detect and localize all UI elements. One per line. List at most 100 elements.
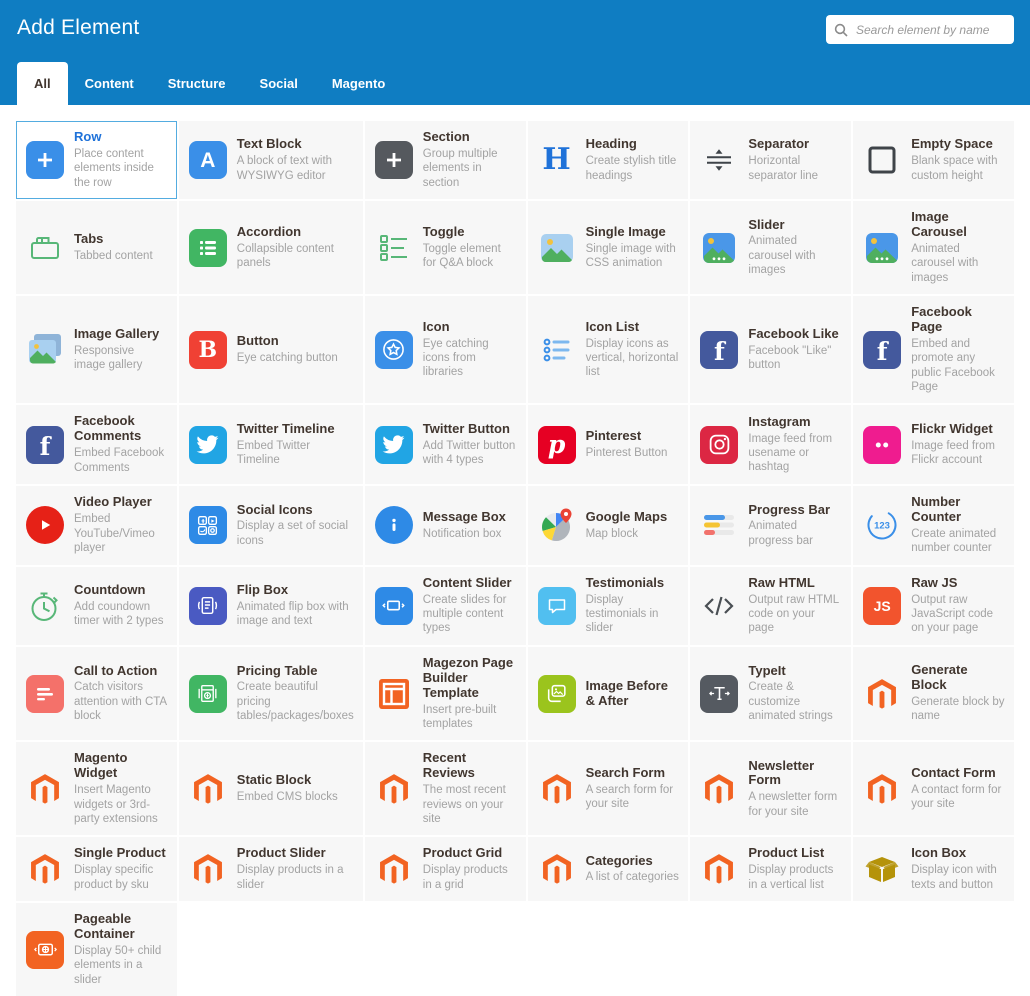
element-title: Social Icons [237, 503, 354, 518]
element-title: Toggle [423, 225, 517, 240]
element-desc: Display specific product by sku [74, 863, 168, 892]
letter-serif-icon: B [188, 330, 228, 370]
pageable-icon [25, 930, 65, 970]
magento-icon [537, 769, 577, 809]
element-card-flip-box[interactable]: Flip BoxAnimated flip box with image and… [179, 567, 363, 645]
pinterest-icon: p [537, 425, 577, 465]
element-title: Pricing Table [237, 664, 354, 679]
element-card-countdown[interactable]: CountdownAdd coundown timer with 2 types [16, 567, 177, 645]
element-card-categories[interactable]: CategoriesA list of categories [528, 837, 689, 901]
element-card-search-form[interactable]: Search FormA search form for your site [528, 742, 689, 835]
element-card-recent-reviews[interactable]: Recent ReviewsThe most recent reviews on… [365, 742, 526, 835]
single-image-icon [537, 228, 577, 268]
element-desc: Catch visitors attention with CTA block [74, 680, 168, 723]
element-desc: Display products in a slider [237, 863, 354, 892]
icon-list-icon [537, 330, 577, 370]
tab-structure[interactable]: Structure [151, 62, 243, 105]
element-desc: Insert pre-built templates [423, 703, 517, 732]
info-icon [374, 505, 414, 545]
element-title: Google Maps [586, 510, 668, 525]
element-card-pricing-table[interactable]: Pricing TableCreate beautiful pricing ta… [179, 647, 363, 741]
element-card-product-grid[interactable]: Product GridDisplay products in a grid [365, 837, 526, 901]
element-card-icon-box[interactable]: Icon BoxDisplay icon with texts and butt… [853, 837, 1014, 901]
element-desc: Output raw JavaScript code on your page [911, 593, 1005, 636]
element-card-icon-list[interactable]: Icon ListDisplay icons as vertical, hori… [528, 296, 689, 403]
counter-icon: 123 [862, 505, 902, 545]
element-desc: A block of text with WYSIWYG editor [237, 154, 354, 183]
element-card-google-maps[interactable]: Google Maps Map block [528, 486, 689, 565]
tab-magento[interactable]: Magento [315, 62, 402, 105]
magento-icon [862, 769, 902, 809]
element-card-facebook-comments[interactable]: fFacebook CommentsEmbed Facebook Comment… [16, 405, 177, 484]
tab-all[interactable]: All [17, 62, 68, 105]
element-card-progress-bar[interactable]: Progress BarAnimated progress bar [690, 486, 851, 565]
element-title: Text Block [237, 137, 354, 152]
element-title: Icon List [586, 320, 680, 335]
element-card-section[interactable]: SectionGroup multiple elements in sectio… [365, 121, 526, 199]
element-desc: A contact form for your site [911, 783, 1005, 812]
element-card-newsletter-form[interactable]: Newsletter FormA newsletter form for you… [690, 742, 851, 835]
element-card-image-gallery[interactable]: Image GalleryResponsive image gallery [16, 296, 177, 403]
element-title: Generate Block [911, 663, 1005, 693]
element-title: Facebook Like [748, 327, 842, 342]
element-card-slider[interactable]: SliderAnimated carousel with images [690, 201, 851, 294]
element-card-message-box[interactable]: Message BoxNotification box [365, 486, 526, 565]
element-card-pinterest[interactable]: pPinterestPinterest Button [528, 405, 689, 484]
element-card-heading[interactable]: HHeadingCreate stylish title headings [528, 121, 689, 199]
element-card-typeit[interactable]: TypeItCreate & customize animated string… [690, 647, 851, 741]
magento-icon [25, 769, 65, 809]
element-card-generate-block[interactable]: Generate BlockGenerate block by name [853, 647, 1014, 741]
element-card-button[interactable]: BButtonEye catching button [179, 296, 363, 403]
element-card-magento-widget[interactable]: Magento WidgetInsert Magento widgets or … [16, 742, 177, 835]
element-card-separator[interactable]: SeparatorHorizontal separator line [690, 121, 851, 199]
row-plus-icon [374, 140, 414, 180]
element-card-icon[interactable]: IconEye catching icons from libraries [365, 296, 526, 403]
element-title: TypeIt [748, 664, 842, 679]
element-card-magezon-page-builder-template[interactable]: Magezon Page Builder TemplateInsert pre-… [365, 647, 526, 741]
element-card-accordion[interactable]: AccordionCollapsible content panels [179, 201, 363, 294]
element-title: Facebook Comments [74, 414, 168, 444]
element-card-text-block[interactable]: AText BlockA block of text with WYSIWYG … [179, 121, 363, 199]
tab-content[interactable]: Content [68, 62, 151, 105]
element-card-content-slider[interactable]: Content SliderCreate slides for multiple… [365, 567, 526, 645]
search-input[interactable] [854, 22, 1006, 38]
element-card-video-player[interactable]: Video PlayerEmbed YouTube/Vimeo player [16, 486, 177, 565]
element-card-contact-form[interactable]: Contact FormA contact form for your site [853, 742, 1014, 835]
separator-icon [699, 140, 739, 180]
element-card-static-block[interactable]: Static BlockEmbed CMS blocks [179, 742, 363, 835]
element-card-twitter-button[interactable]: Twitter ButtonAdd Twitter button with 4 … [365, 405, 526, 484]
element-card-product-list[interactable]: Product ListDisplay products in a vertic… [690, 837, 851, 901]
element-card-single-product[interactable]: Single ProductDisplay specific product b… [16, 837, 177, 901]
element-card-single-image[interactable]: Single ImageSingle image with CSS animat… [528, 201, 689, 294]
element-card-number-counter[interactable]: 123Number CounterCreate animated number … [853, 486, 1014, 565]
element-desc: Create slides for multiple content types [423, 593, 517, 636]
heading-icon: H [537, 140, 577, 180]
element-card-twitter-timeline[interactable]: Twitter TimelineEmbed Twitter Timeline [179, 405, 363, 484]
testimonial-icon [537, 586, 577, 626]
element-card-call-to-action[interactable]: Call to ActionCatch visitors attention w… [16, 647, 177, 741]
element-card-image-before-after[interactable]: Image Before & After [528, 647, 689, 741]
element-card-row[interactable]: RowPlace content elements inside the row [16, 121, 177, 199]
element-card-testimonials[interactable]: TestimonialsDisplay testimonials in slid… [528, 567, 689, 645]
element-card-pageable-container[interactable]: Pageable ContainerDisplay 50+ child elem… [16, 903, 177, 996]
element-card-toggle[interactable]: ToggleToggle element for Q&A block [365, 201, 526, 294]
element-card-facebook-page[interactable]: fFacebook PageEmbed and promote any publ… [853, 296, 1014, 403]
element-card-instagram[interactable]: InstagramImage feed from usename or hash… [690, 405, 851, 484]
element-card-flickr-widget[interactable]: Flickr WidgetImage feed from Flickr acco… [853, 405, 1014, 484]
slider-icon [862, 228, 902, 268]
element-card-raw-html[interactable]: Raw HTMLOutput raw HTML code on your pag… [690, 567, 851, 645]
element-card-social-icons[interactable]: Social IconsDisplay a set of social icon… [179, 486, 363, 565]
element-card-facebook-like[interactable]: fFacebook LikeFacebook "Like" button [690, 296, 851, 403]
element-card-raw-js[interactable]: JSRaw JSOutput raw JavaScript code on yo… [853, 567, 1014, 645]
element-desc: A list of categories [586, 870, 679, 884]
search-box[interactable] [826, 15, 1014, 44]
element-card-product-slider[interactable]: Product SliderDisplay products in a slid… [179, 837, 363, 901]
element-card-image-carousel[interactable]: Image CarouselAnimated carousel with ima… [853, 201, 1014, 294]
tab-social[interactable]: Social [243, 62, 315, 105]
element-card-tabs[interactable]: TabsTabbed content [16, 201, 177, 294]
element-title: Single Image [586, 225, 680, 240]
element-desc: Create & customize animated strings [748, 680, 842, 723]
element-desc: Map block [586, 527, 668, 541]
element-card-empty-space[interactable]: Empty SpaceBlank space with custom heigh… [853, 121, 1014, 199]
cta-icon [25, 674, 65, 714]
